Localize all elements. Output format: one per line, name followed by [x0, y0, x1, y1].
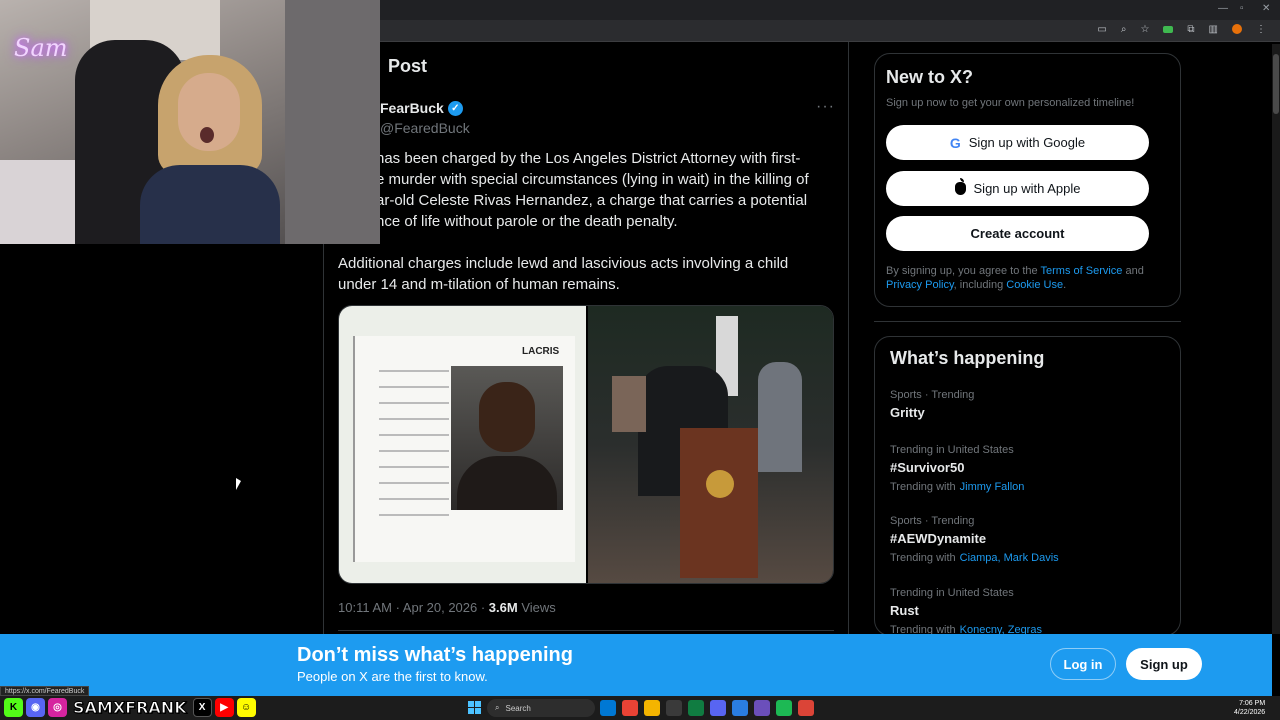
chrome-icon[interactable] — [622, 700, 638, 716]
signup-button[interactable]: Sign up — [1126, 648, 1202, 680]
streamer-neon-logo: Sam — [14, 34, 68, 62]
signup-google-button[interactable]: G Sign up with Google — [886, 125, 1149, 160]
app-icon[interactable] — [688, 700, 704, 716]
tweet-paragraph: has been charged by the Los Angeles Dist… — [376, 150, 809, 230]
mugshot-image[interactable]: LACRIS — [339, 306, 586, 583]
signup-apple-button[interactable]: Sign up with Apple — [886, 171, 1149, 206]
banner-title: Don’t miss what’s happening — [297, 644, 573, 666]
status-url: https://x.com/FearedBuck — [0, 686, 90, 696]
system-clock[interactable]: 7:06 PM 4/22/2026 — [1234, 699, 1265, 717]
social-handles: K ◉ ◎ SAMXFRANK X ▶ ☺ — [4, 698, 256, 718]
tweet-media[interactable]: LACRIS — [338, 305, 834, 584]
trend-item[interactable]: Trending in United States #Survivor50 Tr… — [890, 444, 1170, 493]
webcam-overlay: Sam — [0, 0, 380, 244]
discord-icon: ◉ — [26, 698, 45, 717]
terms-link[interactable]: Terms of Service — [1041, 265, 1123, 277]
verified-badge-icon: ✓ — [447, 100, 463, 116]
zoom-icon[interactable]: ⌕ — [1121, 24, 1127, 35]
create-account-button[interactable]: Create account — [886, 216, 1149, 251]
chrome-app-icon[interactable] — [798, 700, 814, 716]
edge-icon[interactable] — [600, 700, 616, 716]
terms-text: By signing up, you agree to the Terms of… — [886, 265, 1144, 291]
lacris-logo: LACRIS — [522, 346, 560, 357]
discord-app-icon[interactable] — [710, 700, 726, 716]
views-label: Views — [517, 600, 556, 615]
close-icon[interactable]: ✕ — [1262, 3, 1270, 14]
views-count: 3.6M — [488, 600, 518, 615]
taskbar: K ◉ ◎ SAMXFRANK X ▶ ☺ ⌕ Search 7:06 PM 4… — [0, 696, 1280, 720]
signup-title: New to X? — [886, 67, 974, 87]
divider — [874, 321, 1181, 322]
maximize-icon[interactable]: ▫ — [1240, 3, 1244, 14]
taskbar-apps — [600, 700, 814, 716]
page-title: Post — [388, 56, 428, 76]
tweet-timestamp[interactable]: 10:11 AM · Apr 20, 2026 · — [338, 600, 489, 615]
cast-icon[interactable]: ▭ — [1097, 24, 1106, 35]
windows-start-icon[interactable] — [468, 701, 481, 714]
apple-icon — [954, 178, 966, 195]
tweet-paragraph: Additional charges include lewd and lasc… — [338, 255, 789, 293]
more-options-icon[interactable]: ··· — [816, 98, 835, 116]
login-banner: Don’t miss what’s happening People on X … — [0, 634, 1272, 696]
trend-item[interactable]: Trending in United States Rust Trending … — [890, 587, 1170, 635]
tweet-meta: 10:11 AM · Apr 20, 2026 · 3.6M Views — [338, 600, 556, 615]
extensions-puzzle-icon[interactable]: ⧉ — [1187, 24, 1194, 35]
streamer-handle: SAMXFRANK — [73, 698, 188, 718]
taskbar-search[interactable]: ⌕ Search — [487, 699, 595, 717]
tweet-text: has been charged by the Los Angeles Dist… — [338, 148, 828, 316]
spotify-icon[interactable] — [776, 700, 792, 716]
menu-kebab-icon[interactable]: ⋮ — [1256, 24, 1266, 35]
mouse-cursor-icon — [236, 478, 241, 490]
author-name[interactable]: FearBuck — [380, 100, 444, 116]
profile-avatar[interactable] — [1232, 24, 1242, 34]
trend-item[interactable]: Sports · Trending #AEWDynamite Trending … — [890, 515, 1170, 564]
press-conference-image[interactable] — [588, 306, 833, 583]
banner-subtitle: People on X are the first to know. — [297, 669, 488, 684]
app-icon[interactable] — [732, 700, 748, 716]
sidebar-icon[interactable]: ▥ — [1209, 24, 1218, 35]
signup-card: New to X? Sign up now to get your own pe… — [874, 53, 1181, 307]
privacy-link[interactable]: Privacy Policy — [886, 279, 954, 291]
youtube-icon: ▶ — [214, 698, 234, 717]
snapchat-icon: ☺ — [236, 698, 256, 717]
bookmark-star-icon[interactable]: ☆ — [1140, 24, 1149, 35]
post-author[interactable]: FearBuck ✓ @FearedBuck — [380, 100, 470, 136]
cookie-link[interactable]: Cookie Use — [1006, 279, 1063, 291]
divider — [338, 630, 834, 631]
login-button[interactable]: Log in — [1050, 648, 1116, 680]
store-icon[interactable] — [666, 700, 682, 716]
kick-icon: K — [4, 698, 23, 717]
search-icon: ⌕ — [495, 703, 500, 712]
author-handle[interactable]: @FearedBuck — [380, 120, 470, 136]
seal-icon — [706, 470, 734, 498]
scrollbar-thumb[interactable] — [1273, 54, 1279, 114]
trends-card: What’s happening Sports · Trending Gritt… — [874, 336, 1181, 636]
trends-title: What’s happening — [890, 348, 1045, 368]
minimize-icon[interactable]: — — [1218, 3, 1228, 14]
obs-icon[interactable] — [754, 700, 770, 716]
signup-subtitle: Sign up now to get your own personalized… — [886, 97, 1135, 109]
file-explorer-icon[interactable] — [644, 700, 660, 716]
scrollbar[interactable] — [1272, 44, 1280, 634]
trend-item[interactable]: Sports · Trending Gritty — [890, 389, 1170, 420]
x-icon: X — [192, 698, 212, 717]
google-icon: G — [949, 134, 961, 151]
podium — [680, 428, 758, 578]
extension-icon[interactable] — [1163, 26, 1174, 33]
instagram-icon: ◎ — [48, 698, 67, 717]
